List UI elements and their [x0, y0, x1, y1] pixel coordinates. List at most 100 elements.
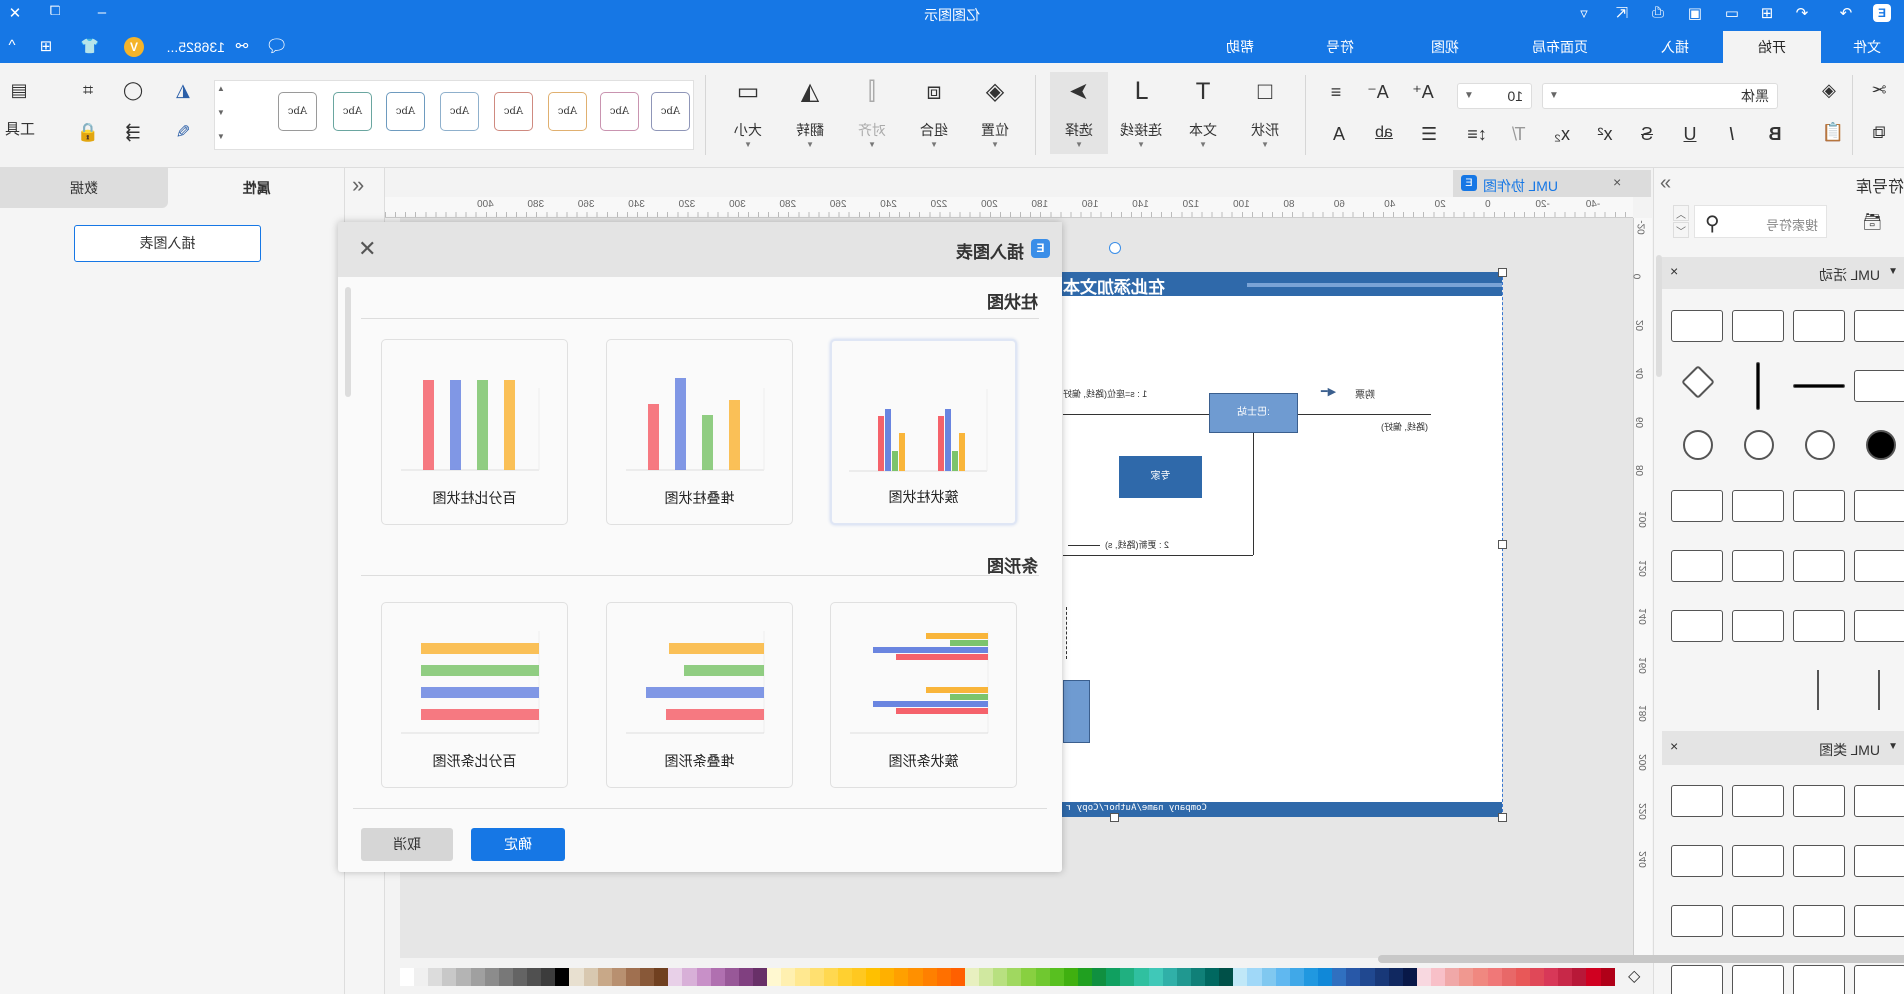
library-shape[interactable]: [1671, 785, 1723, 817]
color-swatch[interactable]: [1501, 968, 1516, 986]
tab-properties[interactable]: 属性: [168, 168, 345, 208]
minimize-window-button[interactable]: –: [92, 4, 112, 21]
color-swatch[interactable]: [597, 968, 612, 986]
color-swatch[interactable]: [724, 968, 739, 986]
color-swatch[interactable]: [1388, 968, 1403, 986]
underline-icon[interactable]: U: [1677, 124, 1703, 145]
text-button[interactable]: T 文本 ▼: [1174, 70, 1232, 160]
close-window-button[interactable]: ✕: [5, 4, 25, 22]
color-swatch[interactable]: [1078, 968, 1093, 986]
gallery-expand-icon[interactable]: ▼: [217, 132, 225, 141]
color-swatch[interactable]: [1049, 968, 1064, 986]
line-color-icon[interactable]: ✎: [170, 122, 196, 143]
color-swatch[interactable]: [1600, 968, 1615, 986]
library-shape[interactable]: [1854, 785, 1904, 817]
collapse-library-icon[interactable]: »: [1660, 172, 1671, 195]
group-button[interactable]: ⧈ 组合 ▼: [905, 70, 963, 160]
color-swatch[interactable]: [979, 968, 994, 986]
dialog-scrollbar[interactable]: [345, 287, 351, 397]
color-swatch[interactable]: [1247, 968, 1262, 986]
color-swatch[interactable]: [837, 968, 852, 986]
format-painter-icon[interactable]: ◈: [1816, 80, 1842, 101]
color-swatch[interactable]: [950, 968, 965, 986]
style-swatch[interactable]: Abc: [333, 92, 372, 131]
color-swatch[interactable]: [555, 968, 570, 986]
color-swatch[interactable]: [1586, 968, 1601, 986]
library-shape[interactable]: [1793, 490, 1845, 522]
bus-station-node[interactable]: :巴士站: [1209, 393, 1298, 433]
superscript-icon[interactable]: x²: [1592, 124, 1618, 145]
color-swatch[interactable]: [1572, 968, 1587, 986]
comment-icon[interactable]: 🗨: [265, 36, 288, 57]
chart-type-stacked-bar[interactable]: 堆叠条形图: [606, 602, 793, 788]
color-swatch[interactable]: [1304, 968, 1319, 986]
color-swatch[interactable]: [1275, 968, 1290, 986]
style-swatch[interactable]: Abc: [600, 92, 639, 131]
library-shape[interactable]: [1732, 610, 1784, 642]
color-swatch[interactable]: [1402, 968, 1417, 986]
close-section-icon[interactable]: ×: [1670, 738, 1678, 754]
library-shape[interactable]: [1671, 845, 1723, 877]
expert-node[interactable]: 专家: [1119, 456, 1202, 498]
color-swatch[interactable]: [611, 968, 626, 986]
bold-icon[interactable]: B: [1762, 124, 1788, 145]
color-swatch[interactable]: [1063, 968, 1078, 986]
document-tab[interactable]: E UML 协作图 ×: [1453, 170, 1651, 197]
square-button[interactable]: □ 形状 ▼: [1236, 70, 1294, 160]
font-size-select[interactable]: 10 ▼: [1457, 83, 1532, 109]
collapse-panel-icon[interactable]: «: [352, 172, 364, 198]
library-shape[interactable]: [1671, 550, 1723, 582]
font-color-icon[interactable]: A: [1326, 124, 1352, 145]
connector-line[interactable]: [1253, 433, 1254, 555]
color-swatch[interactable]: [1261, 968, 1276, 986]
library-shape[interactable]: [1878, 670, 1880, 710]
library-shape[interactable]: [1671, 610, 1723, 642]
tab-symbol[interactable]: 符号: [1305, 31, 1375, 63]
theme-icon[interactable]: 👕: [80, 37, 100, 55]
color-swatch[interactable]: [1445, 968, 1460, 986]
lock-icon[interactable]: 🔒: [75, 122, 101, 143]
open-icon[interactable]: ▭: [1722, 4, 1742, 22]
section-uml-class[interactable]: × UML 类图 ▼: [1662, 731, 1904, 765]
library-shape[interactable]: [1732, 845, 1784, 877]
color-swatch[interactable]: [1360, 968, 1375, 986]
cut-icon[interactable]: ✂: [1866, 80, 1892, 101]
library-shape[interactable]: [1671, 310, 1723, 342]
tab-help[interactable]: 帮助: [1205, 31, 1275, 63]
section-uml-activity[interactable]: × UML 活动 ▼: [1662, 257, 1904, 289]
library-shape[interactable]: [1866, 430, 1896, 460]
color-swatch[interactable]: [1530, 968, 1545, 986]
line-spacing-icon[interactable]: ↕≡: [1464, 124, 1490, 145]
color-swatch[interactable]: [1162, 968, 1177, 986]
color-swatch[interactable]: [1289, 968, 1304, 986]
color-swatch[interactable]: [1035, 968, 1050, 986]
resize-handle[interactable]: [1498, 268, 1507, 277]
color-swatch[interactable]: [739, 968, 754, 986]
highlight-icon[interactable]: ab: [1371, 124, 1397, 142]
color-swatch[interactable]: [866, 968, 881, 986]
fill-bucket-icon[interactable]: ◇: [1628, 966, 1640, 986]
color-swatch[interactable]: [1134, 968, 1149, 986]
ok-button[interactable]: 确定: [471, 828, 565, 861]
color-swatch[interactable]: [1459, 968, 1474, 986]
color-swatch[interactable]: [668, 968, 683, 986]
pointer-button[interactable]: ➤ 选择 ▼: [1050, 70, 1108, 160]
tools-button[interactable]: 工具: [2, 118, 38, 139]
scroll-down-button[interactable]: ﹀: [1673, 222, 1689, 238]
style-swatch[interactable]: Abc: [386, 92, 425, 131]
color-swatch[interactable]: [456, 968, 471, 986]
library-shape[interactable]: [1854, 610, 1904, 642]
connector-line[interactable]: [1063, 414, 1209, 415]
style-swatch[interactable]: Abc: [494, 92, 533, 131]
line-style-icon[interactable]: ⇶: [120, 122, 146, 143]
color-swatch[interactable]: [1431, 968, 1446, 986]
italic-icon[interactable]: I: [1719, 124, 1745, 145]
save-icon[interactable]: ▣: [1685, 4, 1705, 22]
library-shape[interactable]: [1732, 490, 1784, 522]
tools-icon[interactable]: ▤: [6, 80, 32, 101]
export-icon[interactable]: ⇱: [1612, 4, 1632, 22]
tab-insert[interactable]: 插入: [1640, 31, 1710, 63]
color-swatch[interactable]: [1318, 968, 1333, 986]
color-swatch[interactable]: [1219, 968, 1234, 986]
color-swatch[interactable]: [583, 968, 598, 986]
